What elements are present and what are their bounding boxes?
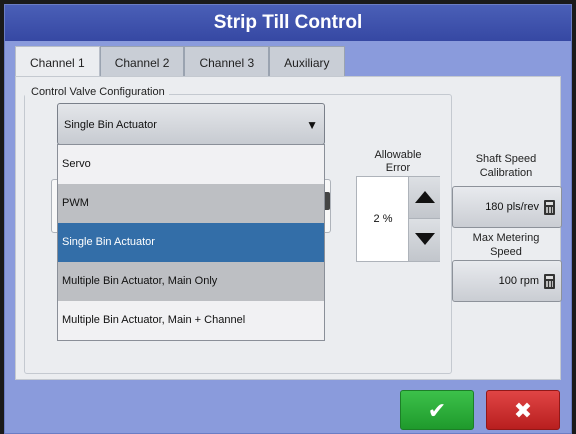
shaft-speed-value: 180 pls/rev: [485, 201, 539, 213]
allowable-error-stepper: 2 %: [356, 176, 440, 262]
max-metering-label: Max Metering Speed: [454, 231, 558, 259]
shaft-speed-calibration-button[interactable]: 180 pls/rev: [452, 186, 562, 228]
allowable-error-label-line2: Error: [385, 162, 411, 174]
triangle-up-icon: [415, 191, 435, 203]
tab-auxiliary[interactable]: Auxiliary: [269, 46, 345, 76]
close-icon: ✖: [513, 398, 533, 423]
option-multiple-bin-main-only[interactable]: Multiple Bin Actuator, Main Only: [58, 262, 324, 301]
checkmark-icon: ✔: [427, 398, 447, 423]
ok-button[interactable]: ✔: [400, 390, 474, 430]
allowable-error-label: Allowable Error: [360, 149, 436, 175]
max-metering-value: 100 rpm: [498, 275, 539, 287]
cancel-button[interactable]: ✖: [486, 390, 560, 430]
calculator-icon: [544, 200, 555, 215]
max-metering-label-line1: Max Metering: [472, 232, 540, 244]
max-metering-label-line2: Speed: [490, 246, 522, 258]
window-title: Strip Till Control: [5, 5, 571, 41]
option-multiple-bin-main-channel[interactable]: Multiple Bin Actuator, Main + Channel: [58, 301, 324, 340]
option-pwm[interactable]: PWM: [58, 184, 324, 223]
increment-button[interactable]: [408, 177, 440, 219]
channel-tabs: Channel 1 Channel 2 Channel 3 Auxiliary: [15, 46, 345, 77]
shaft-speed-label-line1: Shaft Speed: [475, 153, 537, 165]
control-valve-select[interactable]: Single Bin Actuator ▼: [57, 103, 325, 145]
shaft-speed-label: Shaft Speed Calibration: [454, 152, 558, 180]
control-valve-legend: Control Valve Configuration: [25, 86, 169, 98]
control-valve-dropdown-list: Servo PWM Single Bin Actuator Multiple B…: [57, 144, 325, 341]
max-metering-speed-button[interactable]: 100 rpm: [452, 260, 562, 302]
chevron-down-icon: ▼: [306, 118, 318, 132]
control-valve-selected-value: Single Bin Actuator: [64, 119, 157, 131]
shaft-speed-label-line2: Calibration: [479, 167, 533, 179]
calculator-icon: [544, 274, 555, 289]
option-single-bin-actuator[interactable]: Single Bin Actuator: [58, 223, 324, 262]
tab-channel-3[interactable]: Channel 3: [184, 46, 270, 76]
tab-channel-1[interactable]: Channel 1: [15, 46, 100, 77]
triangle-down-icon: [415, 233, 435, 245]
option-servo[interactable]: Servo: [58, 145, 324, 184]
tab-channel-2[interactable]: Channel 2: [99, 46, 185, 76]
allowable-error-value: 2 %: [373, 213, 393, 225]
decrement-button[interactable]: [408, 219, 440, 261]
allowable-error-label-line1: Allowable: [374, 149, 422, 161]
